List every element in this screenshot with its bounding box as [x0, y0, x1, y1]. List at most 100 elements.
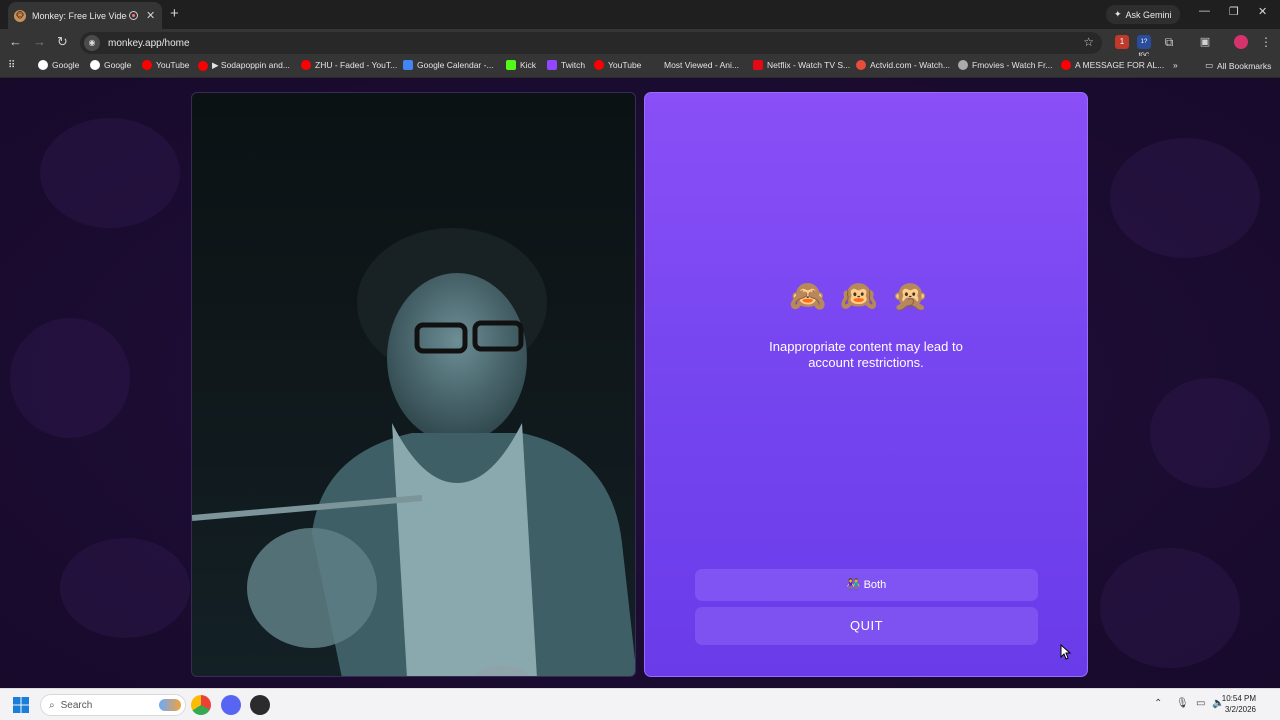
- bookmark-netflix[interactable]: Netflix - Watch TV S...: [753, 60, 850, 70]
- tab-close-icon[interactable]: ✕: [146, 9, 155, 22]
- discord-taskbar-icon[interactable]: [221, 695, 241, 715]
- match-panel: 🙈🙉🙊 Inappropriate content may lead to ac…: [644, 92, 1088, 677]
- bookmark-youtube-1[interactable]: YouTube: [142, 60, 189, 70]
- content-warning: Inappropriate content may lead to accoun…: [645, 339, 1087, 371]
- forward-arrow-icon[interactable]: →: [33, 34, 46, 49]
- local-camera-video: [191, 92, 636, 677]
- kick-icon: [506, 60, 516, 70]
- search-icon: ⌕: [49, 699, 55, 711]
- bookmark-fmovies[interactable]: Fmovies - Watch Fr...: [958, 60, 1052, 70]
- folder-icon: ▭: [1205, 60, 1214, 70]
- youtube-icon: [1061, 60, 1071, 70]
- mouse-cursor-icon: [1060, 644, 1072, 660]
- extensions-puzzle-icon[interactable]: ⧉: [1162, 35, 1176, 49]
- netflix-icon: [753, 60, 763, 70]
- extension-blue-icon[interactable]: 1?fGC: [1137, 35, 1151, 59]
- bookmark-message[interactable]: A MESSAGE FOR AL...: [1061, 60, 1164, 70]
- quit-button[interactable]: QUIT: [695, 607, 1038, 645]
- close-window-icon[interactable]: ✕: [1258, 5, 1267, 18]
- all-bookmarks-label: All Bookmarks: [1217, 60, 1272, 71]
- twitch-icon: [547, 60, 557, 70]
- windows-taskbar: ⌕ Search ⌃ 🎙 ▭ 🔈 10:54 PM 3/2/2026: [0, 688, 1280, 720]
- microphone-tray-icon[interactable]: 🎙: [1176, 698, 1189, 709]
- bookmark-label: Twitch: [561, 60, 586, 70]
- bookmark-youtube-2[interactable]: YouTube: [594, 60, 641, 70]
- youtube-icon: [142, 60, 152, 70]
- gemini-sparkle-icon: ✦: [1114, 9, 1122, 19]
- search-highlight-icon: [159, 699, 181, 711]
- background-blob: [1110, 138, 1260, 258]
- bookmarks-overflow-button[interactable]: »: [1173, 60, 1178, 70]
- tab-title: Monkey: Free Live Video Chat: [32, 10, 127, 21]
- chrome-taskbar-icon[interactable]: [191, 695, 211, 715]
- minimize-window-icon[interactable]: —: [1199, 5, 1210, 17]
- restore-window-icon[interactable]: ❐: [1229, 5, 1239, 18]
- url-text[interactable]: monkey.app/home: [108, 38, 190, 49]
- bookmark-google-1[interactable]: Google: [38, 60, 79, 70]
- ask-gemini-label: Ask Gemini: [1125, 9, 1172, 20]
- bookmark-label: ▶ Sodapoppin and...: [212, 60, 290, 70]
- app-taskbar-icon[interactable]: [250, 695, 270, 715]
- actvid-icon: [856, 60, 866, 70]
- all-bookmarks-button[interactable]: ▭ All Bookmarks: [1205, 60, 1271, 71]
- hand-blur-shape: [247, 528, 377, 648]
- bookmark-sodapoppin[interactable]: ▶ Sodapoppin and...: [198, 60, 290, 71]
- calendar-icon: [403, 60, 413, 70]
- bookmark-label: Kick: [520, 60, 537, 70]
- background-blob: [1150, 378, 1270, 488]
- bookmark-label: Google Calendar -...: [417, 60, 494, 70]
- google-icon: [90, 60, 100, 70]
- network-tray-icon[interactable]: ▭: [1196, 698, 1205, 709]
- bookmark-google-calendar[interactable]: Google Calendar -...: [403, 60, 494, 70]
- background-blob: [40, 118, 180, 228]
- content-warning-line1: Inappropriate content may lead to: [769, 339, 963, 354]
- bookmark-label: ZHU - Faded - YouT...: [315, 60, 398, 70]
- site-info-icon[interactable]: ◉: [84, 35, 100, 51]
- tab-monkey[interactable]: 🐵 Monkey: Free Live Video Chat ✕: [8, 2, 162, 29]
- ask-gemini-button[interactable]: ✦ Ask Gemini: [1106, 5, 1180, 24]
- bookmarks-bar: ⠿ Google Google YouTube ▶ Sodapoppin and…: [0, 56, 1280, 78]
- content-warning-line2: account restrictions.: [808, 355, 924, 370]
- both-label: Both: [863, 579, 887, 591]
- apps-grid-icon[interactable]: ⠿: [8, 60, 15, 71]
- system-clock[interactable]: 10:54 PM 3/2/2026: [1222, 693, 1256, 715]
- camera-feed-figure: [192, 228, 635, 676]
- globe-icon: [958, 60, 968, 70]
- bookmark-label: YouTube: [608, 60, 642, 70]
- bookmark-actvid[interactable]: Actvid.com - Watch...: [856, 60, 950, 70]
- tray-chevron-icon[interactable]: ⌃: [1154, 698, 1162, 709]
- taskbar-search-box[interactable]: ⌕ Search: [40, 694, 186, 716]
- background-blob: [10, 318, 130, 438]
- bookmark-label: Actvid.com - Watch...: [870, 60, 950, 70]
- youtube-icon: [594, 60, 604, 70]
- bookmark-star-icon[interactable]: ☆: [1083, 35, 1094, 49]
- profile-avatar[interactable]: [1234, 35, 1248, 49]
- face-shape: [387, 273, 527, 443]
- recording-indicator-icon: [129, 11, 138, 20]
- side-panel-icon[interactable]: ▣: [1198, 35, 1212, 49]
- menu-kebab-icon[interactable]: ⋮: [1259, 35, 1273, 49]
- monkey-favicon-icon: 🐵: [14, 9, 26, 22]
- youtube-icon: [301, 60, 311, 70]
- extension-red-icon[interactable]: 1: [1115, 35, 1129, 49]
- tab-strip: 🐵 Monkey: Free Live Video Chat ✕ + ✦ Ask…: [0, 0, 1280, 29]
- address-bar[interactable]: ◉ monkey.app/home ☆: [80, 32, 1102, 54]
- monkey-emojis-icon: 🙈🙉🙊: [788, 280, 944, 313]
- back-arrow-icon[interactable]: ←: [9, 34, 22, 49]
- bookmark-kick[interactable]: Kick: [506, 60, 536, 70]
- bookmark-label: YouTube: [156, 60, 190, 70]
- couple-icon: 👫: [846, 579, 861, 591]
- bookmark-most-viewed[interactable]: Most Viewed - Ani...: [664, 60, 739, 70]
- browser-toolbar: ← → ↻ ◉ monkey.app/home ☆ 1 1?fGC ⧉ ▣ ⋮: [0, 29, 1280, 59]
- background-blob: [60, 538, 190, 638]
- reload-icon[interactable]: ↻: [57, 34, 68, 50]
- bookmark-zhu-faded[interactable]: ZHU - Faded - YouT...: [301, 60, 397, 70]
- bookmark-label: Fmovies - Watch Fr...: [972, 60, 1053, 70]
- clock-date: 3/2/2026: [1224, 705, 1256, 714]
- background-blob: [1100, 548, 1240, 668]
- bookmark-google-2[interactable]: Google: [90, 60, 131, 70]
- gender-filter-both-button[interactable]: 👫 Both: [695, 569, 1038, 601]
- windows-start-icon[interactable]: [13, 697, 29, 713]
- new-tab-button[interactable]: +: [170, 5, 179, 22]
- bookmark-twitch[interactable]: Twitch: [547, 60, 585, 70]
